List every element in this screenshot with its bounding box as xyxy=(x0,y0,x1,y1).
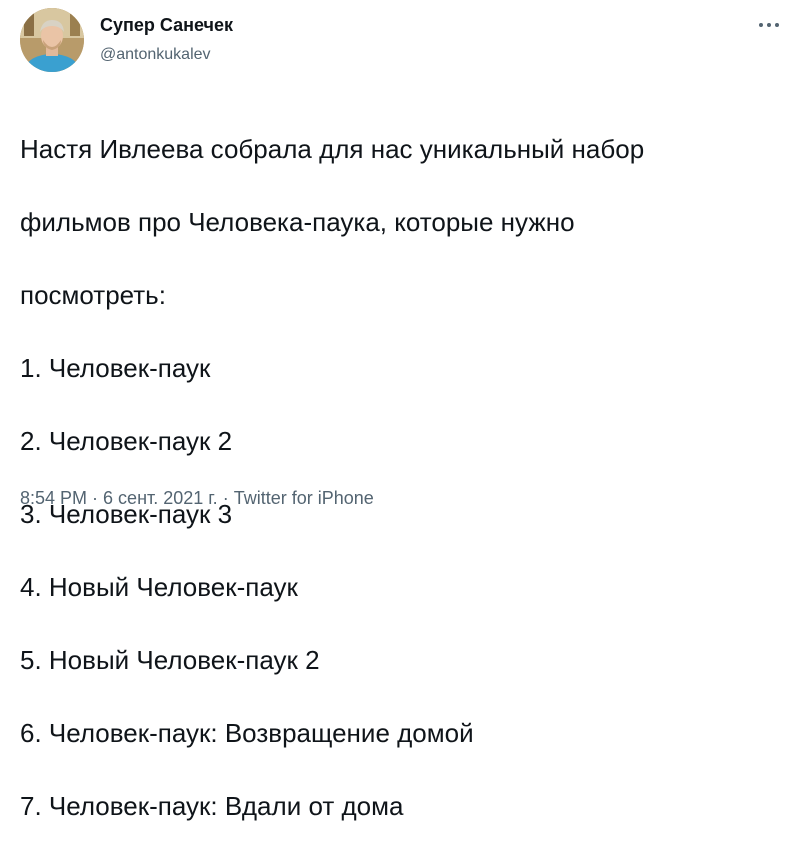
meta-separator: · xyxy=(222,488,229,508)
tweet-source[interactable]: Twitter for iPhone xyxy=(234,488,374,508)
more-dots-icon xyxy=(759,23,779,27)
list-item: 4. Новый Человек-паук xyxy=(20,571,298,602)
tweet-text: Настя Ивлеева собрала для нас уникальный… xyxy=(20,94,790,861)
list-item: 2. Человек-паук 2 xyxy=(20,425,233,456)
user-avatar-photo-icon xyxy=(20,8,84,72)
tweet-meta: 8:54 PM · 6 сент. 2021 г. · Twitter for iPho… xyxy=(20,487,374,509)
list-item: 7. Человек-паук: Вдали от дома xyxy=(20,790,404,821)
avatar[interactable] xyxy=(20,8,84,72)
tweet-time[interactable]: 8:54 PM xyxy=(20,488,87,508)
user-handle[interactable]: @antonkukalev xyxy=(100,45,233,65)
list-item: 6. Человек-паук: Возвращение домой xyxy=(20,717,474,748)
display-name[interactable]: Супер Санечек xyxy=(100,14,233,36)
meta-separator: · xyxy=(92,488,99,508)
tweet-text-line: фильмов про Человека-паука, которые нужн… xyxy=(20,206,575,237)
tweet-text-line: Настя Ивлеева собрала для нас уникальный… xyxy=(20,133,645,164)
tweet-text-line: посмотреть: xyxy=(20,279,166,310)
list-item: 1. Человек-паук xyxy=(20,352,211,383)
tweet: Супер Санечек @antonkukalev Настя Ивлеев… xyxy=(0,0,799,821)
tweet-date[interactable]: 6 сент. 2021 г. xyxy=(103,488,218,508)
more-options-button[interactable] xyxy=(752,10,786,40)
list-item: 5. Новый Человек-паук 2 xyxy=(20,644,320,675)
user-block: Супер Санечек @antonkukalev xyxy=(100,14,233,65)
